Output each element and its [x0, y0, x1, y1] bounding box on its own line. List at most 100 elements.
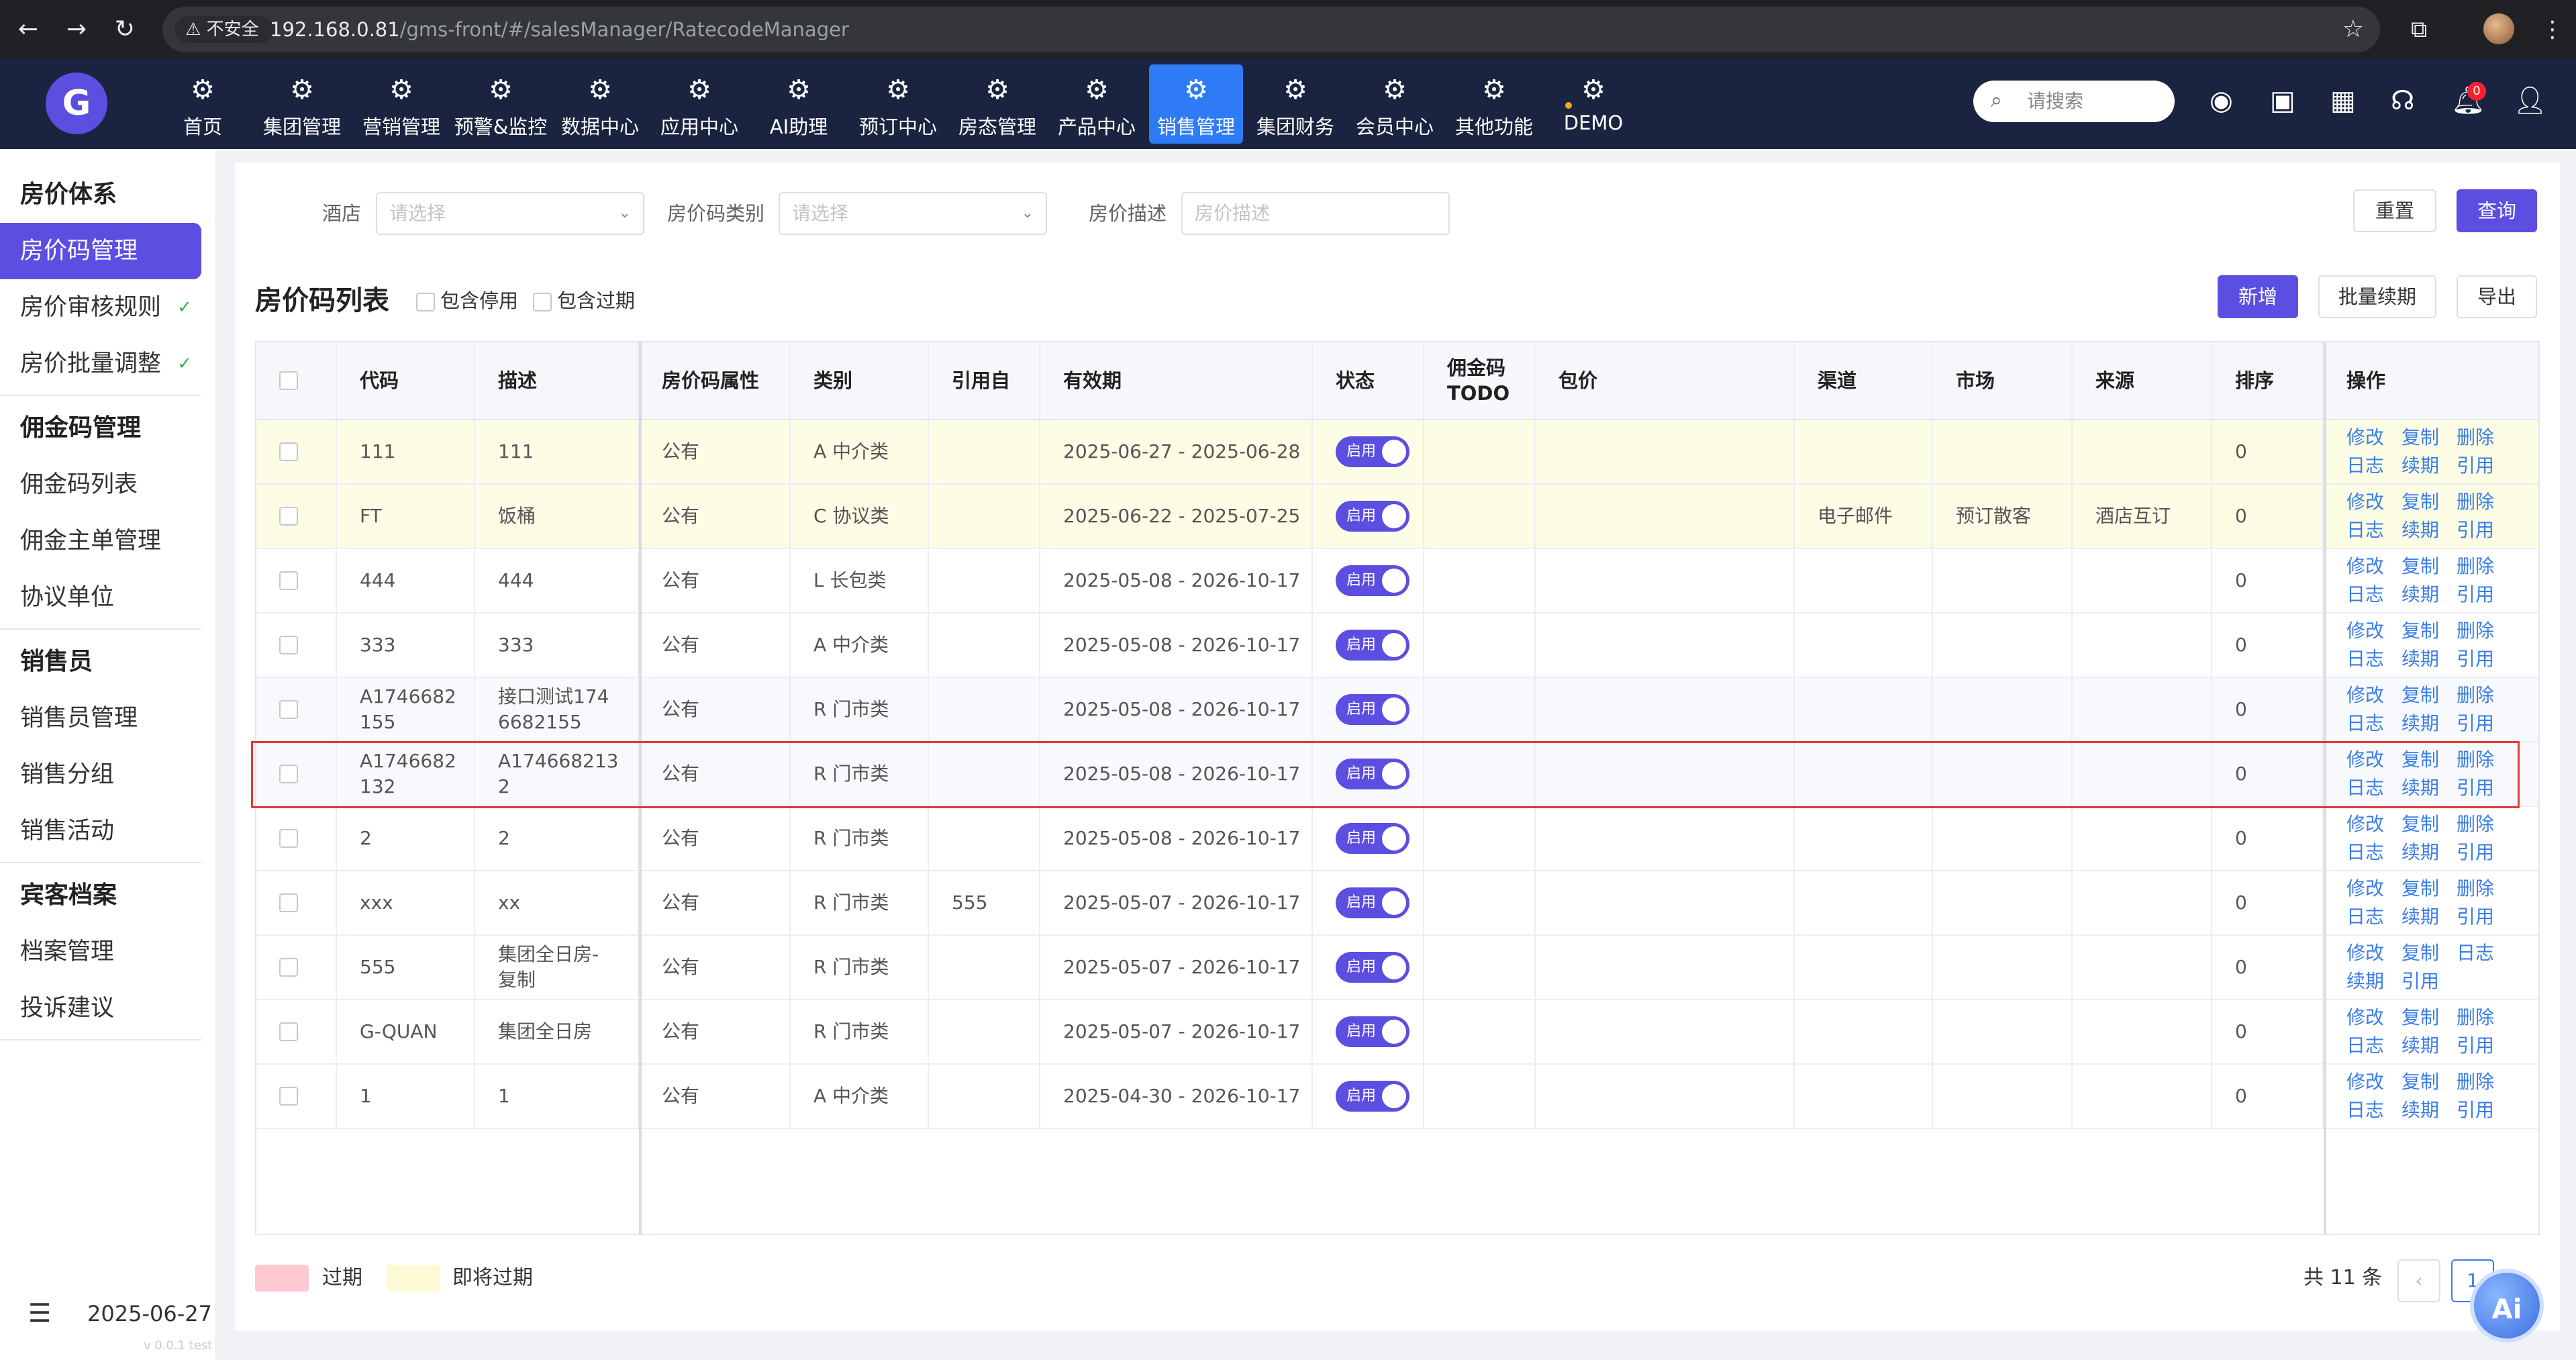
action-link[interactable]: 引用: [2457, 519, 2494, 541]
row-checkbox[interactable]: [256, 549, 337, 612]
status-toggle[interactable]: 启用: [1336, 1081, 1409, 1112]
hotel-select[interactable]: 请选择 ⌄: [376, 192, 644, 235]
status-toggle[interactable]: 启用: [1336, 1016, 1409, 1047]
sidebar-item[interactable]: 投诉建议: [0, 980, 201, 1036]
nav-item-3[interactable]: ⚙ 预警&监控: [454, 64, 548, 144]
action-link[interactable]: 引用: [2457, 583, 2494, 605]
sidebar-item[interactable]: 佣金主单管理: [0, 513, 201, 569]
action-link[interactable]: 修改: [2346, 491, 2384, 513]
forward-button[interactable]: →: [59, 12, 94, 47]
checkbox-box[interactable]: [279, 700, 298, 719]
action-link[interactable]: 日志: [2346, 841, 2384, 863]
action-link[interactable]: 续期: [2401, 1099, 2439, 1121]
action-link[interactable]: 复制: [2401, 684, 2439, 706]
table-row[interactable]: 333 333 公有 A 中介类 2025-05-08 - 2026-10-17 启用 0 修…: [256, 614, 2538, 678]
nav-item-6[interactable]: ⚙ AI助理: [752, 64, 846, 144]
global-search[interactable]: ⌕ 请搜索: [1973, 81, 2175, 122]
action-link[interactable]: 修改: [2346, 942, 2384, 964]
action-link[interactable]: 复制: [2401, 426, 2439, 448]
sidebar-group-title[interactable]: 销售员: [20, 642, 93, 677]
action-link[interactable]: 续期: [2401, 583, 2439, 605]
nav-item-7[interactable]: ⚙ 预订中心: [851, 64, 945, 144]
bookmark-star-icon[interactable]: ☆: [2342, 7, 2364, 52]
action-link[interactable]: 续期: [2401, 648, 2439, 670]
query-button[interactable]: 查询: [2457, 189, 2537, 232]
nav-item-4[interactable]: ⚙ 数据中心: [553, 64, 647, 144]
action-link[interactable]: 复制: [2401, 620, 2439, 642]
sidebar-item[interactable]: 销售员管理: [0, 690, 201, 746]
checkbox-box[interactable]: [279, 442, 298, 461]
sidebar-item[interactable]: 佣金码列表: [0, 456, 201, 513]
action-link[interactable]: 删除: [2457, 813, 2494, 835]
action-link[interactable]: 删除: [2457, 555, 2494, 577]
action-link[interactable]: 复制: [2401, 1006, 2439, 1028]
reload-button[interactable]: ↻: [107, 12, 142, 47]
status-toggle[interactable]: 启用: [1336, 952, 1409, 983]
action-link[interactable]: 引用: [2457, 1099, 2494, 1121]
row-checkbox[interactable]: [256, 485, 337, 548]
nav-item-12[interactable]: ⚙ 会员中心: [1348, 64, 1442, 144]
nav-item-5[interactable]: ⚙ 应用中心: [652, 64, 746, 144]
checkbox-box[interactable]: [279, 571, 298, 590]
sidebar-group-title[interactable]: 佣金码管理: [20, 408, 141, 443]
collapse-menu-icon[interactable]: ☰: [28, 1298, 51, 1328]
address-bar[interactable]: ⚠ 不安全 192.168.0.81/gms-front/#/salesMana…: [162, 7, 2380, 52]
status-toggle[interactable]: 启用: [1336, 630, 1409, 661]
table-row[interactable]: A1746682 155 接口测试174 6682155 公有 R 门市类 2025-0…: [256, 678, 2538, 742]
action-link[interactable]: 修改: [2346, 555, 2384, 577]
checkbox-box[interactable]: [279, 1087, 298, 1106]
sidebar-item[interactable]: 房价审核规则 ✓: [0, 279, 201, 336]
action-link[interactable]: 删除: [2457, 684, 2494, 706]
action-link[interactable]: 复制: [2401, 942, 2439, 964]
action-link[interactable]: 引用: [2457, 1034, 2494, 1057]
sidebar-item[interactable]: 协议单位: [0, 569, 201, 626]
action-link[interactable]: 日志: [2457, 942, 2494, 964]
action-link[interactable]: 修改: [2346, 1071, 2384, 1093]
cashier-icon[interactable]: ▣: [2270, 83, 2295, 118]
action-link[interactable]: 修改: [2346, 684, 2384, 706]
sidebar-group-title[interactable]: 房价体系: [20, 175, 117, 209]
action-link[interactable]: 删除: [2457, 620, 2494, 642]
row-checkbox[interactable]: [256, 678, 337, 741]
table-row[interactable]: 555 集团全日房- 复制 公有 R 门市类 2025-05-07 - 2026-10-…: [256, 936, 2538, 1000]
batch-renew-button[interactable]: 批量续期: [2318, 275, 2436, 318]
action-link[interactable]: 复制: [2401, 877, 2439, 900]
action-link[interactable]: 日志: [2346, 712, 2384, 734]
url-text[interactable]: 192.168.0.81/gms-front/#/salesManager/Ra…: [270, 7, 849, 52]
action-link[interactable]: 日志: [2346, 454, 2384, 477]
action-link[interactable]: 引用: [2401, 970, 2439, 992]
nav-item-8[interactable]: ⚙ 房态管理: [950, 64, 1044, 144]
sidebar-item[interactable]: 销售分组: [0, 746, 201, 803]
back-button[interactable]: ←: [11, 12, 46, 47]
action-link[interactable]: 续期: [2401, 519, 2439, 541]
table-row[interactable]: 444 444 公有 L 长包类 2025-05-08 - 2026-10-17 启用 0 修…: [256, 549, 2538, 614]
select-all-checkbox[interactable]: [256, 342, 337, 419]
table-row[interactable]: G-QUAN 集团全日房 公有 R 门市类 2025-05-07 - 2026-10-1…: [256, 1000, 2538, 1065]
status-toggle[interactable]: 启用: [1336, 501, 1409, 532]
browser-menu-icon[interactable]: ⋮: [2541, 12, 2564, 47]
action-link[interactable]: 续期: [2401, 712, 2439, 734]
action-link[interactable]: 删除: [2457, 491, 2494, 513]
row-checkbox[interactable]: [256, 1000, 337, 1063]
action-link[interactable]: 删除: [2457, 877, 2494, 900]
table-row[interactable]: 111 111 公有 A 中介类 2025-06-27 - 2025-06-28 启用 0 修…: [256, 420, 2538, 485]
extensions-icon[interactable]: ⧉: [2411, 12, 2427, 47]
action-link[interactable]: 续期: [2401, 1034, 2439, 1057]
sidebar-item[interactable]: 销售活动: [0, 803, 201, 859]
action-link[interactable]: 删除: [2457, 1071, 2494, 1093]
nav-item-11[interactable]: ⚙ 集团财务: [1248, 64, 1342, 144]
action-link[interactable]: 引用: [2457, 906, 2494, 928]
action-link[interactable]: 复制: [2401, 491, 2439, 513]
include-expired-checkbox[interactable]: 包含过期: [533, 281, 635, 321]
action-link[interactable]: 修改: [2346, 426, 2384, 448]
prev-page-button[interactable]: ‹: [2397, 1259, 2440, 1302]
reset-button[interactable]: 重置: [2353, 189, 2436, 232]
apps-grid-icon[interactable]: ▦: [2330, 83, 2356, 118]
row-checkbox[interactable]: [256, 420, 337, 483]
checkbox-box[interactable]: [279, 958, 298, 977]
action-link[interactable]: 引用: [2457, 841, 2494, 863]
nav-item-2[interactable]: ⚙ 营销管理: [354, 64, 448, 144]
action-link[interactable]: 续期: [2401, 906, 2439, 928]
row-checkbox[interactable]: [256, 1065, 337, 1128]
sidebar-group-title[interactable]: 宾客档案: [20, 875, 117, 910]
